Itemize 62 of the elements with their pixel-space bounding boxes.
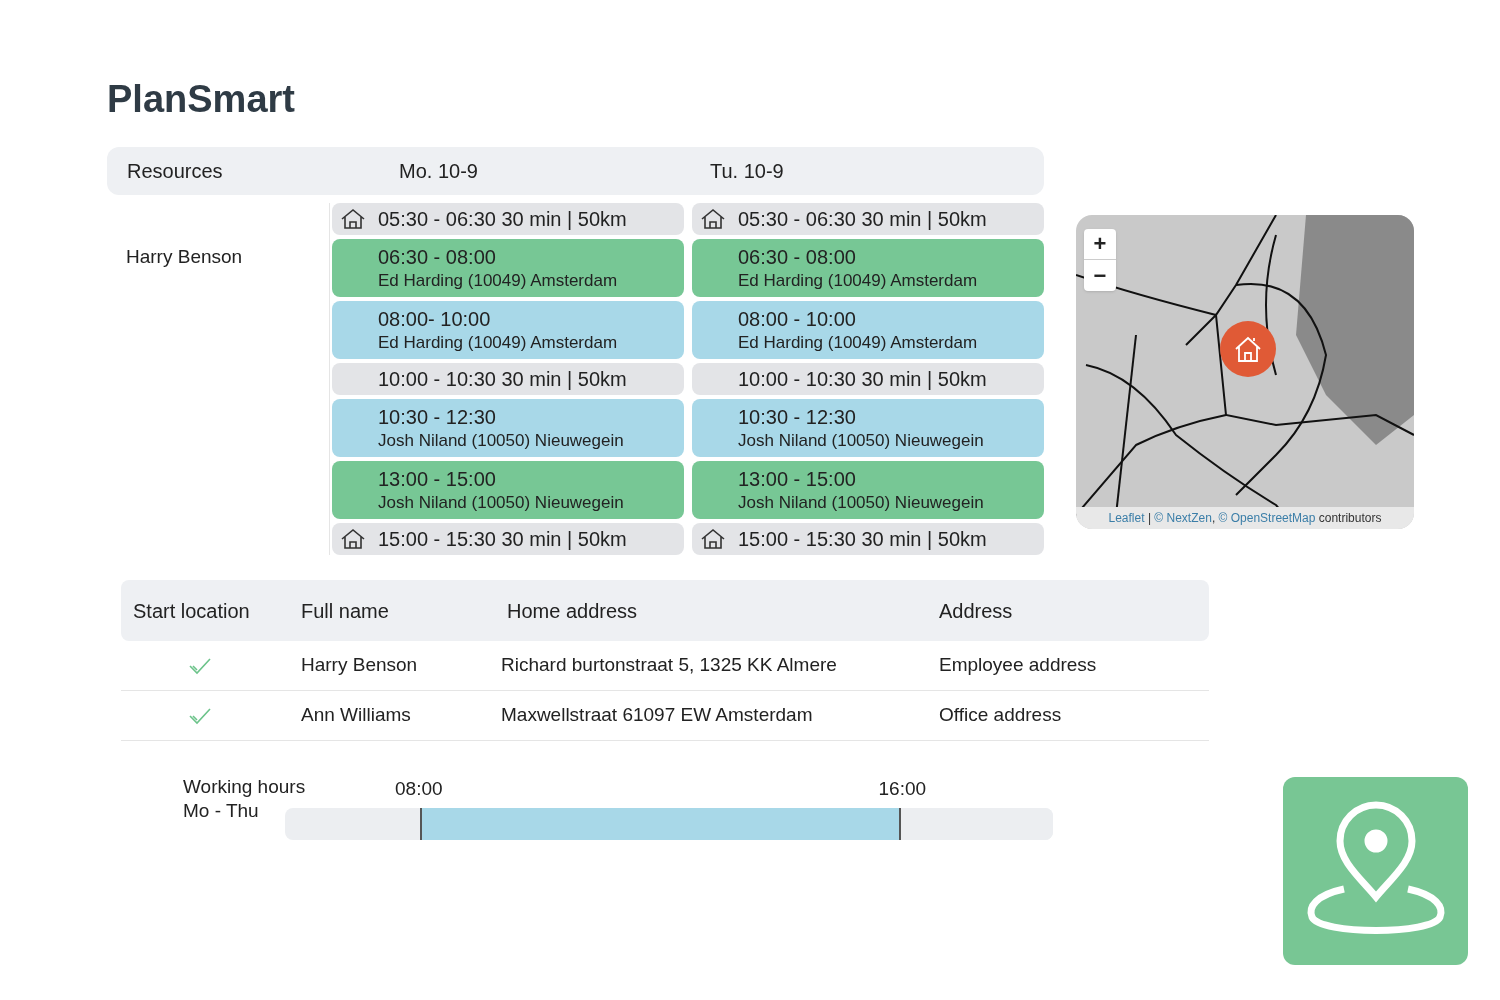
appointment-detail: Josh Niland (10050) Nieuwegein	[738, 429, 985, 452]
table-cell-text: Maxwellstraat 61097 EW Amsterdam	[500, 703, 814, 728]
appointment-card[interactable]: 08:00 - 10:00 Ed Harding (10049) Amsterdam	[692, 301, 1044, 359]
appointment-time: 06:30 - 08:00	[738, 244, 857, 270]
zoom-out-button[interactable]: −	[1084, 260, 1116, 291]
travel-text: 15:00 - 15:30 30 min | 50km	[738, 527, 987, 552]
appointment-detail: Josh Niland (10050) Nieuwegein	[378, 429, 625, 452]
column-header: Home address	[506, 598, 639, 624]
house-icon	[1233, 335, 1263, 363]
end-time: 16:00	[878, 777, 927, 801]
start-time: 08:00	[395, 777, 443, 801]
table-cell-text: Richard burtonstraat 5, 1325 KK Almere	[500, 653, 838, 678]
appointment-card[interactable]: 06:30 - 08:00 Ed Harding (10049) Amsterdam	[332, 239, 684, 297]
working-hours-label: Working hours	[183, 775, 306, 799]
app-title: PlanSmart	[107, 80, 296, 122]
attribution-link[interactable]: © NextZen	[1154, 509, 1212, 527]
resource-name: Harry Benson	[126, 246, 243, 267]
attribution-link[interactable]: © OpenStreetMap	[1218, 509, 1316, 527]
appointment-detail: Ed Harding (10049) Amsterdam	[738, 269, 979, 292]
appointment-detail: Ed Harding (10049) Amsterdam	[738, 331, 979, 354]
travel-text: 10:00 - 10:30 30 min | 50km	[738, 367, 987, 392]
appointment-time: 06:30 - 08:00	[378, 244, 497, 270]
column-header: Resources	[126, 159, 224, 184]
map-marker[interactable]	[1220, 321, 1276, 377]
appointment-time: 08:00- 10:00	[378, 306, 492, 332]
appointment-card[interactable]: 13:00 - 15:00 Josh Niland (10050) Nieuwegein	[692, 461, 1044, 519]
table-cell-text: Office address	[938, 703, 1062, 728]
zoom-in-button[interactable]: +	[1084, 229, 1116, 260]
working-days-label: Mo - Thu	[183, 799, 259, 823]
appointment-time: 13:00 - 15:00	[738, 466, 857, 492]
column-header: Tu. 10-9	[710, 159, 785, 184]
table-cell-text: Employee address	[938, 653, 1097, 678]
travel-text: 15:00 - 15:30 30 min | 50km	[378, 527, 627, 552]
appointment-card[interactable]: 10:30 - 12:30 Josh Niland (10050) Nieuwegein	[692, 399, 1044, 457]
appointment-detail: Ed Harding (10049) Amsterdam	[378, 269, 619, 292]
map-attribution: Leaflet | © NextZen, © OpenStreetMap contributors	[1076, 507, 1414, 529]
attribution-link[interactable]: Leaflet	[1108, 509, 1145, 527]
appointment-card[interactable]: 13:00 - 15:00 Josh Niland (10050) Nieuwegein	[332, 461, 684, 519]
travel-text: 10:00 - 10:30 30 min | 50km	[378, 367, 627, 392]
appointment-card[interactable]: 08:00- 10:00 Ed Harding (10049) Amsterdam	[332, 301, 684, 359]
map[interactable]: + − Leaflet | © NextZen, © OpenStreetMap contributors	[1076, 215, 1414, 529]
table-cell-text: Harry Benson	[300, 653, 419, 678]
column-header: Mo. 10-9	[399, 159, 479, 184]
appointment-card[interactable]: 06:30 - 08:00 Ed Harding (10049) Amsterdam	[692, 239, 1044, 297]
table-cell-text: Ann Williams	[300, 703, 412, 728]
appointment-time: 10:30 - 12:30	[378, 404, 497, 430]
appointment-time: 08:00 - 10:00	[738, 306, 857, 332]
home-icon	[340, 528, 366, 550]
column-header: Full name	[300, 598, 390, 624]
appointment-card[interactable]: 10:30 - 12:30 Josh Niland (10050) Nieuwegein	[332, 399, 684, 457]
appointment-detail: Josh Niland (10050) Nieuwegein	[738, 491, 985, 514]
home-icon	[700, 528, 726, 550]
travel-text: 05:30 - 06:30 30 min | 50km	[738, 207, 987, 232]
appointment-detail: Josh Niland (10050) Nieuwegein	[378, 491, 625, 514]
appointment-time: 10:30 - 12:30	[738, 404, 857, 430]
appointment-time: 13:00 - 15:00	[378, 466, 497, 492]
column-header: Address	[938, 598, 1013, 624]
appointment-detail: Ed Harding (10049) Amsterdam	[378, 331, 619, 354]
travel-text: 05:30 - 06:30 30 min | 50km	[378, 207, 627, 232]
home-icon	[700, 208, 726, 230]
home-icon	[340, 208, 366, 230]
column-header: Start location	[132, 598, 251, 624]
